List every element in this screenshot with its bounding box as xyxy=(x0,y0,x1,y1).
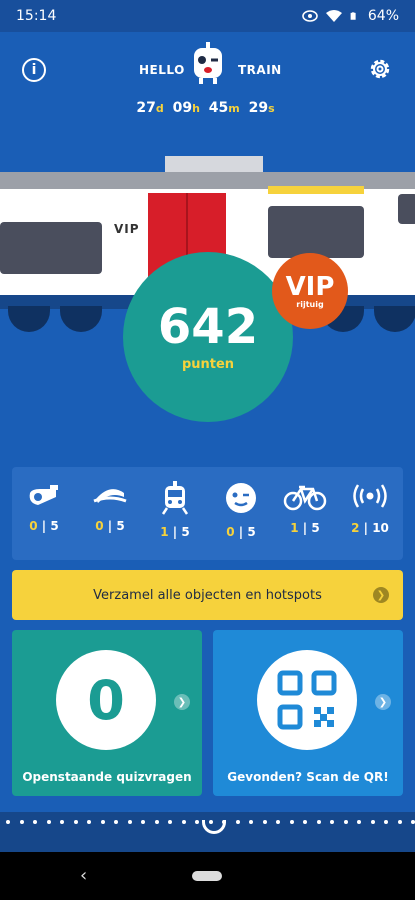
decor-dot xyxy=(46,820,51,824)
object-bicycle[interactable]: 1 | 5 xyxy=(275,481,335,535)
app-screen: 15:14 64% i HELLO TRAIN 27d 09h 45m 29s … xyxy=(0,0,415,900)
info-icon[interactable]: i xyxy=(22,58,46,82)
decor-dot xyxy=(33,820,37,824)
quiz-count-circle: 0 xyxy=(56,650,156,750)
object-cap[interactable]: 0 | 5 xyxy=(80,481,140,533)
decor-dot xyxy=(397,820,402,824)
vip-badge-subtitle: rijtuig xyxy=(296,299,324,309)
decor-dot xyxy=(411,820,415,824)
decor-dot xyxy=(19,820,24,824)
hello-label: HELLO xyxy=(139,63,185,77)
top-bar: i HELLO TRAIN 27d 09h 45m 29s xyxy=(0,34,415,124)
object-face[interactable]: 0 | 5 xyxy=(211,481,271,539)
train-wheel xyxy=(8,306,50,332)
back-icon[interactable]: ‹ xyxy=(80,865,87,886)
whistle-icon xyxy=(29,485,58,505)
decor-dot xyxy=(330,820,334,824)
decor-dot xyxy=(343,820,348,824)
countdown-seconds: 29 xyxy=(248,100,269,116)
chevron-right-icon: ❯ xyxy=(174,694,190,710)
decor-dot xyxy=(357,820,361,824)
decor-dot xyxy=(60,820,64,824)
train-stripe xyxy=(268,186,364,194)
decor-dot xyxy=(262,820,267,824)
eye-icon xyxy=(302,10,318,22)
chevron-right-icon: ❯ xyxy=(373,587,389,603)
bicycle-icon xyxy=(283,485,327,511)
wifi-icon xyxy=(325,10,342,22)
points-circle: 642 punten xyxy=(123,252,293,422)
winking-face-icon xyxy=(226,483,256,513)
objects-panel: 0 | 5 0 | 5 1 | 5 0 | 5 1 | 5 2 | 10 xyxy=(12,467,403,560)
points-value: 642 xyxy=(157,298,259,355)
decor-dot xyxy=(141,820,145,824)
collect-all-button[interactable]: Verzamel alle objecten en hotspots ❯ xyxy=(12,570,403,620)
system-nav-bar: ‹ xyxy=(0,852,415,900)
decor-dot xyxy=(154,820,159,824)
battery-icon xyxy=(350,12,356,20)
status-bar: 15:14 64% xyxy=(0,0,415,32)
points-label: punten xyxy=(181,356,235,372)
vip-badge[interactable]: VIP rijtuig xyxy=(272,253,348,329)
decor-dot xyxy=(235,820,240,824)
decor-dot xyxy=(370,820,375,824)
decor-dot xyxy=(303,820,307,824)
train-label: TRAIN xyxy=(238,63,282,77)
quiz-label: Openstaande quizvragen xyxy=(22,770,192,784)
decor-dot xyxy=(6,820,10,824)
countdown-minutes: 45 xyxy=(208,100,229,116)
countdown-days: 27 xyxy=(136,100,156,116)
wifi-hotspot-icon xyxy=(353,484,387,508)
status-time: 15:14 xyxy=(16,8,57,24)
battery-level: 64% xyxy=(367,8,399,24)
train-window xyxy=(398,194,415,224)
chevron-right-icon: ❯ xyxy=(375,694,391,710)
decor-dot xyxy=(73,820,78,824)
decor-dot xyxy=(181,820,186,824)
decor-dot xyxy=(87,820,91,824)
decor-dot xyxy=(114,820,118,824)
home-pill[interactable] xyxy=(192,871,222,881)
object-whistle[interactable]: 0 | 5 xyxy=(14,481,74,533)
train-window xyxy=(268,206,364,258)
qr-circle xyxy=(257,650,357,750)
mascot-icon xyxy=(194,42,222,84)
object-hotspot[interactable]: 2 | 10 xyxy=(340,481,400,535)
vip-badge-title: VIP xyxy=(285,271,335,302)
countdown-hours: 09 xyxy=(172,100,193,116)
train-wheel xyxy=(374,306,415,332)
train-wheel xyxy=(60,306,102,332)
conductor-cap-icon xyxy=(93,489,127,503)
decor-dot xyxy=(276,820,280,824)
gear-icon[interactable] xyxy=(367,56,393,82)
train-icon xyxy=(161,481,189,515)
train-vip-label: VIP xyxy=(114,222,140,236)
decor-dot xyxy=(100,820,105,824)
train-window xyxy=(0,222,102,274)
decor-dot xyxy=(249,820,253,824)
decor-dot xyxy=(289,820,294,824)
object-train[interactable]: 1 | 5 xyxy=(145,481,205,539)
qr-code-icon xyxy=(277,670,337,730)
scan-qr-card[interactable]: ❯ Gevonden? Scan de QR! xyxy=(213,630,403,796)
decor-dot xyxy=(316,820,321,824)
decor-dot xyxy=(127,820,132,824)
collect-all-label: Verzamel alle objecten en hotspots xyxy=(93,587,322,603)
quiz-count: 0 xyxy=(87,668,125,732)
countdown: 27d 09h 45m 29s xyxy=(136,100,275,116)
decor-dot xyxy=(168,820,172,824)
quiz-card[interactable]: 0 ❯ Openstaande quizvragen xyxy=(12,630,202,796)
scan-label: Gevonden? Scan de QR! xyxy=(227,770,389,784)
decor-dot xyxy=(195,820,199,824)
decor-dot xyxy=(384,820,388,824)
